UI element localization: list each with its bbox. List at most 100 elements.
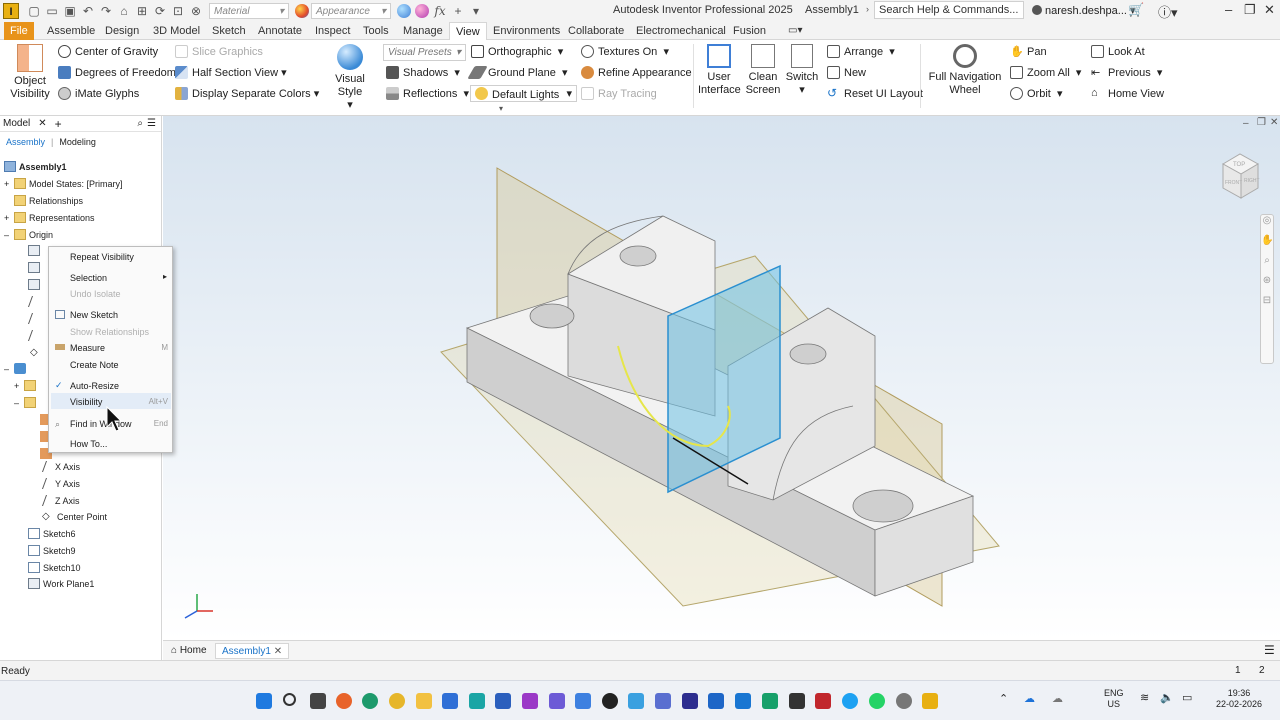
tree-node-part-origin[interactable]: – xyxy=(14,397,39,408)
tree-node-assembly1[interactable]: Assembly1 xyxy=(4,161,67,172)
tab-3d-model[interactable]: 3D Model xyxy=(147,22,206,40)
home-doc-tab[interactable]: ⌂ Home xyxy=(165,643,213,659)
tab-annotate[interactable]: Annotate xyxy=(252,22,308,40)
add-icon[interactable]: + xyxy=(449,2,467,20)
tree-node-origin[interactable]: – Origin xyxy=(4,229,53,240)
tab-environments[interactable]: Environments xyxy=(487,22,566,40)
new-window-button[interactable]: New xyxy=(827,66,866,79)
tab-assembly[interactable]: Assembly xyxy=(6,137,45,147)
viewport-minimize-icon[interactable]: – xyxy=(1243,118,1249,129)
search-icon[interactable]: ⌕ xyxy=(137,118,143,129)
adjust-appearance-icon[interactable] xyxy=(397,4,411,18)
app-icon-9[interactable] xyxy=(708,693,724,709)
tab-list-menu-icon[interactable]: ☰ xyxy=(1264,643,1275,657)
tree-node-z-axis-origin[interactable] xyxy=(27,330,41,341)
parameters-icon[interactable]: fx xyxy=(431,2,449,20)
settings-icon[interactable] xyxy=(896,693,912,709)
tree-node-x-axis[interactable]: X Axis xyxy=(41,461,80,472)
inventor-taskbar-icon[interactable] xyxy=(922,693,938,709)
tab-manage[interactable]: Manage xyxy=(397,22,449,40)
textures-on-button[interactable]: Textures On ▾ xyxy=(581,45,669,58)
home-icon[interactable]: ⌂ xyxy=(115,2,133,20)
user-interface-button[interactable]: User Interface xyxy=(698,44,741,97)
tab-view[interactable]: View xyxy=(449,22,487,40)
tree-node-xy-plane[interactable] xyxy=(28,279,43,290)
show-hidden-icons-icon[interactable]: ⌃ xyxy=(999,694,1008,705)
tree-node-y-axis[interactable]: Y Axis xyxy=(41,478,80,489)
copilot-icon[interactable] xyxy=(575,693,591,709)
degrees-of-freedom-button[interactable]: Degrees of Freedom xyxy=(58,66,176,79)
autocad-icon[interactable] xyxy=(815,693,831,709)
nav-look-icon[interactable]: ⊟ xyxy=(1261,295,1273,315)
app-icon-2[interactable] xyxy=(495,693,511,709)
center-of-gravity-button[interactable]: Center of Gravity xyxy=(58,45,158,58)
outlook-icon[interactable] xyxy=(442,693,458,709)
app-icon-11[interactable] xyxy=(762,693,778,709)
app-icon-4[interactable] xyxy=(549,693,565,709)
zoom-all-button[interactable]: Zoom All ▾ xyxy=(1010,66,1081,79)
expand-plus-icon[interactable]: + xyxy=(14,381,24,391)
collapse-minus-icon[interactable]: – xyxy=(4,230,14,240)
menu-item-auto-resize[interactable]: Auto-Resize xyxy=(70,381,119,391)
help-search-input[interactable]: Search Help & Commands... xyxy=(874,1,1024,19)
menu-item-create-note[interactable]: Create Note xyxy=(70,360,119,370)
tree-node-part-folder[interactable]: + xyxy=(14,380,39,391)
nav-zoom-icon[interactable]: ⌕ xyxy=(1261,255,1273,275)
previous-view-button[interactable]: ⇤ Previous ▾ xyxy=(1091,66,1162,80)
app-icon-1[interactable] xyxy=(469,693,485,709)
tree-node-part[interactable]: – xyxy=(4,363,29,374)
tree-node-yz-plane[interactable] xyxy=(28,245,43,256)
tree-node-y-axis-origin[interactable] xyxy=(27,313,41,324)
add-browser-icon[interactable]: + xyxy=(55,117,62,131)
tab-design[interactable]: Design xyxy=(99,22,145,40)
menu-item-how-to[interactable]: How To... xyxy=(70,439,107,449)
close-browser-icon[interactable]: ✕ xyxy=(38,118,46,129)
whatsapp-icon[interactable] xyxy=(869,693,885,709)
tree-node-model-states[interactable]: + Model States: [Primary] xyxy=(4,178,123,189)
look-at-button[interactable]: Look At xyxy=(1091,45,1145,58)
app-icon-10[interactable] xyxy=(735,693,751,709)
tree-node-work-plane1[interactable]: Work Plane1 xyxy=(28,578,94,589)
tree-node-center-origin[interactable]: ◇ xyxy=(30,347,45,358)
nav-pan-icon[interactable]: ✋ xyxy=(1261,235,1273,255)
nav-orbit-icon[interactable]: ⊛ xyxy=(1261,275,1273,295)
user-account[interactable]: naresh.deshpa... ▾ xyxy=(1032,4,1136,17)
graphics-viewport[interactable]: TOP FRONT RIGHT ◎ ✋ ⌕ ⊛ ⊟ – ❐ ✕ xyxy=(163,116,1280,640)
assembly-doc-tab[interactable]: Assembly1 ✕ xyxy=(215,643,290,659)
close-tab-icon[interactable]: ✕ xyxy=(274,646,282,657)
clean-screen-button[interactable]: Clean Screen xyxy=(743,44,783,97)
tree-node-center-point[interactable]: ◇ Center Point xyxy=(42,511,107,522)
tree-node-sketch6[interactable]: Sketch6 xyxy=(28,528,76,539)
tree-node-representations[interactable]: + Representations xyxy=(4,212,95,223)
app-icon-13[interactable] xyxy=(842,693,858,709)
ray-tracing-button[interactable]: Ray Tracing xyxy=(581,87,657,100)
orthographic-button[interactable]: Orthographic ▾ xyxy=(471,45,563,58)
tab-electromechanical[interactable]: Electromechanical xyxy=(630,22,732,40)
material-combo[interactable]: Material ▾ xyxy=(209,3,289,19)
language-indicator[interactable]: ENG US xyxy=(1104,688,1124,710)
expand-plus-icon[interactable]: + xyxy=(4,179,14,189)
new-file-icon[interactable]: ▢ xyxy=(25,2,43,20)
inventor-logo-icon[interactable]: I xyxy=(3,3,19,19)
app-icon-12[interactable] xyxy=(789,693,805,709)
help-icon[interactable]: ⓘ▾ xyxy=(1158,2,1178,21)
pan-button[interactable]: ✋ Pan xyxy=(1010,45,1047,59)
menu-item-visibility[interactable]: Visibility xyxy=(70,397,102,407)
reset-ui-layout-button[interactable]: ↺ Reset UI Layout xyxy=(827,87,923,100)
tree-node-xz-plane[interactable] xyxy=(28,262,43,273)
home-view-button[interactable]: ⌂ Home View xyxy=(1091,87,1164,100)
tab-tools[interactable]: Tools xyxy=(357,22,395,40)
slice-graphics-button[interactable]: Slice Graphics xyxy=(175,45,263,58)
reflections-button[interactable]: Reflections ▾ xyxy=(386,87,469,100)
tree-node-sketch10[interactable]: Sketch10 xyxy=(28,562,81,573)
restore-icon[interactable]: ❐ xyxy=(1244,2,1256,18)
cloud-icon[interactable]: ☁ xyxy=(1052,694,1063,705)
tree-node-x-axis-origin[interactable] xyxy=(27,296,41,307)
menu-item-repeat-visibility[interactable]: Repeat Visibility xyxy=(70,252,134,262)
open-folder-icon[interactable]: ▭ xyxy=(43,2,61,20)
menu-item-new-sketch[interactable]: New Sketch xyxy=(70,310,118,320)
nav-wheel-icon[interactable]: ◎ xyxy=(1261,215,1273,235)
display-separate-colors-button[interactable]: Display Separate Colors ▾ xyxy=(175,87,319,100)
app-icon-7[interactable] xyxy=(655,693,671,709)
cart-icon[interactable]: 🛒 xyxy=(1128,2,1144,18)
